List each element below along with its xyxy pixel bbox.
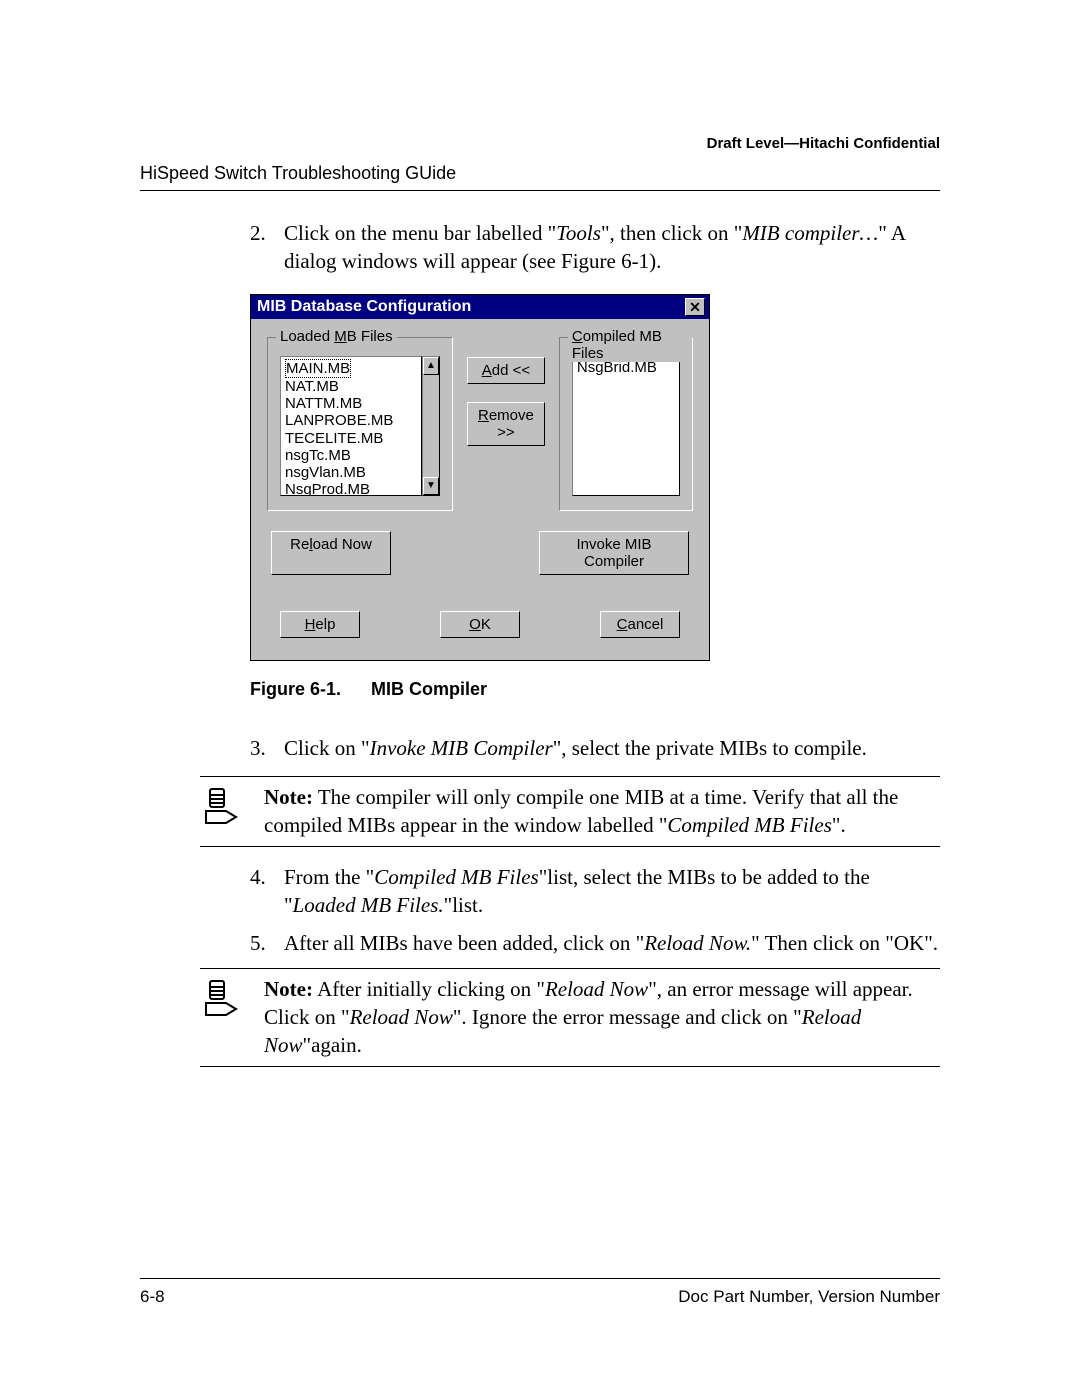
dialog-title: MIB Database Configuration bbox=[257, 298, 471, 316]
step-2-text-c: ", then click on " bbox=[601, 221, 742, 245]
doc-info: Doc Part Number, Version Number bbox=[678, 1287, 940, 1307]
step-2-tools: Tools bbox=[556, 221, 601, 245]
figure-caption: Figure 6-1. MIB Compiler bbox=[250, 679, 940, 700]
mib-dialog: MIB Database Configuration ✕ Loaded MB F… bbox=[250, 294, 710, 661]
loaded-groupbox: Loaded MB Files MAIN.MB NAT.MB NATTM.MB … bbox=[267, 337, 453, 511]
page-number: 6-8 bbox=[140, 1287, 165, 1307]
step-2-text-a: Click on the menu bar labelled " bbox=[284, 221, 556, 245]
list-item[interactable]: TECELITE.MB bbox=[285, 430, 383, 447]
compiled-groupbox: Compiled MB Files NsgBrid.MB bbox=[559, 337, 693, 511]
doc-title: HiSpeed Switch Troubleshooting GUide bbox=[140, 163, 940, 184]
note-icon bbox=[200, 785, 242, 830]
note2-rule-bottom bbox=[200, 1066, 940, 1067]
scroll-up-icon[interactable]: ▲ bbox=[423, 357, 439, 375]
note1-rule-top bbox=[200, 776, 940, 777]
list-item[interactable]: NsgProd.MB bbox=[285, 481, 370, 495]
note-2: Note: After initially clicking on "Reloa… bbox=[200, 975, 940, 1060]
figure-title: MIB Compiler bbox=[371, 679, 487, 699]
close-icon[interactable]: ✕ bbox=[685, 298, 705, 316]
step-5-c: " Then click on "OK". bbox=[751, 931, 938, 955]
compiled-listbox[interactable]: NsgBrid.MB bbox=[572, 356, 680, 496]
list-item[interactable]: NAT.MB bbox=[285, 378, 339, 395]
step-5-num: 5. bbox=[250, 929, 284, 957]
note1-rule-bottom bbox=[200, 846, 940, 847]
compiled-legend: Compiled MB Files bbox=[568, 328, 692, 362]
confidential-header: Draft Level—Hitachi Confidential bbox=[707, 135, 940, 152]
reload-now-button[interactable]: Reload Now bbox=[271, 531, 391, 575]
list-item[interactable]: NATTM.MB bbox=[285, 395, 362, 412]
step-5-a: After all MIBs have been added, click on… bbox=[284, 931, 644, 955]
note2-rule-top bbox=[200, 968, 940, 969]
note2-b: Reload Now bbox=[545, 977, 648, 1001]
loaded-legend: Loaded MB Files bbox=[276, 328, 397, 345]
note-icon bbox=[200, 977, 242, 1022]
note-1: Note: The compiler will only compile one… bbox=[200, 783, 940, 840]
step-2-mibcompiler: MIB compiler… bbox=[742, 221, 878, 245]
invoke-compiler-button[interactable]: Invoke MIB Compiler bbox=[539, 531, 689, 575]
list-item[interactable]: nsgVlan.MB bbox=[285, 464, 366, 481]
note2-g: "again. bbox=[303, 1033, 362, 1057]
step-2-num: 2. bbox=[250, 219, 284, 276]
step-4-b: Compiled MB Files bbox=[374, 865, 538, 889]
step-4-a: From the " bbox=[284, 865, 374, 889]
list-item[interactable]: MAIN.MB bbox=[285, 359, 351, 378]
figure-label: Figure 6-1. bbox=[250, 679, 341, 699]
step-3-text-a: Click on " bbox=[284, 736, 370, 760]
step-4-e: "list. bbox=[444, 893, 484, 917]
step-4: 4. From the "Compiled MB Files"list, sel… bbox=[250, 863, 940, 920]
note2-a: After initially clicking on " bbox=[313, 977, 545, 1001]
note1-label: Note: bbox=[264, 785, 313, 809]
cancel-button[interactable]: Cancel bbox=[600, 611, 680, 638]
footer-rule bbox=[140, 1278, 940, 1279]
step-3-invoke: Invoke MIB Compiler bbox=[370, 736, 553, 760]
scroll-down-icon[interactable]: ▼ bbox=[423, 477, 439, 495]
note1-b: Compiled MB Files bbox=[667, 813, 831, 837]
scrollbar[interactable]: ▲ ▼ bbox=[422, 356, 440, 496]
loaded-listbox[interactable]: MAIN.MB NAT.MB NATTM.MB LANPROBE.MB TECE… bbox=[280, 356, 422, 496]
list-item[interactable]: nsgTc.MB bbox=[285, 447, 351, 464]
step-3: 3. Click on "Invoke MIB Compiler", selec… bbox=[250, 734, 940, 762]
help-button[interactable]: Help bbox=[280, 611, 360, 638]
note1-c: ". bbox=[832, 813, 846, 837]
remove-button[interactable]: Remove >> bbox=[467, 402, 545, 446]
page-footer: 6-8 Doc Part Number, Version Number bbox=[140, 1272, 940, 1307]
step-4-d: Loaded MB Files. bbox=[293, 893, 444, 917]
dialog-titlebar: MIB Database Configuration ✕ bbox=[251, 295, 709, 319]
add-button[interactable]: Add << bbox=[467, 357, 545, 384]
note2-d: Reload Now bbox=[350, 1005, 453, 1029]
ok-button[interactable]: OK bbox=[440, 611, 520, 638]
step-2: 2. Click on the menu bar labelled "Tools… bbox=[250, 219, 940, 276]
step-4-num: 4. bbox=[250, 863, 284, 920]
header-rule bbox=[140, 190, 940, 191]
note2-e: ". Ignore the error message and click on… bbox=[453, 1005, 802, 1029]
note2-label: Note: bbox=[264, 977, 313, 1001]
step-5: 5. After all MIBs have been added, click… bbox=[250, 929, 940, 957]
step-3-num: 3. bbox=[250, 734, 284, 762]
list-item[interactable]: LANPROBE.MB bbox=[285, 412, 393, 429]
step-5-b: Reload Now. bbox=[644, 931, 751, 955]
step-3-text-c: ", select the private MIBs to compile. bbox=[553, 736, 867, 760]
